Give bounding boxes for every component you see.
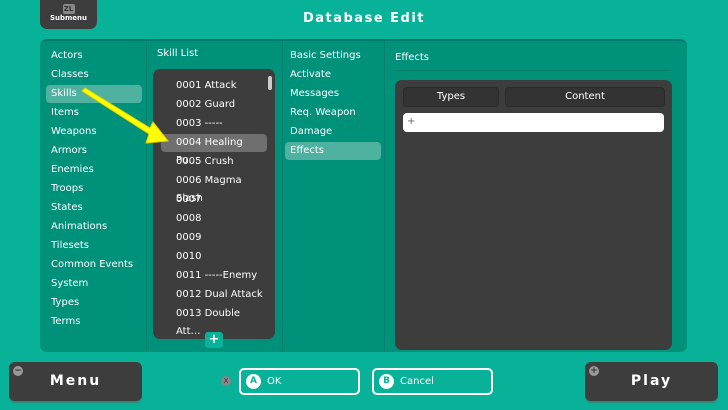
minus-key-icon: − — [13, 366, 23, 376]
menu-button[interactable]: − Menu — [9, 362, 142, 401]
play-button[interactable]: + Play — [585, 362, 718, 401]
cancel-label: Cancel — [400, 376, 434, 387]
plus-key-icon: + — [589, 366, 599, 376]
ok-label: OK — [267, 376, 282, 387]
cancel-button[interactable]: B Cancel — [372, 368, 493, 395]
annotation-arrow-icon — [81, 87, 169, 144]
x-key-icon: X — [221, 376, 231, 386]
ok-button[interactable]: A OK — [239, 368, 360, 395]
menu-label: Menu — [49, 373, 102, 389]
play-label: Play — [630, 373, 673, 389]
a-key-icon: A — [246, 374, 261, 389]
b-key-icon: B — [379, 374, 394, 389]
